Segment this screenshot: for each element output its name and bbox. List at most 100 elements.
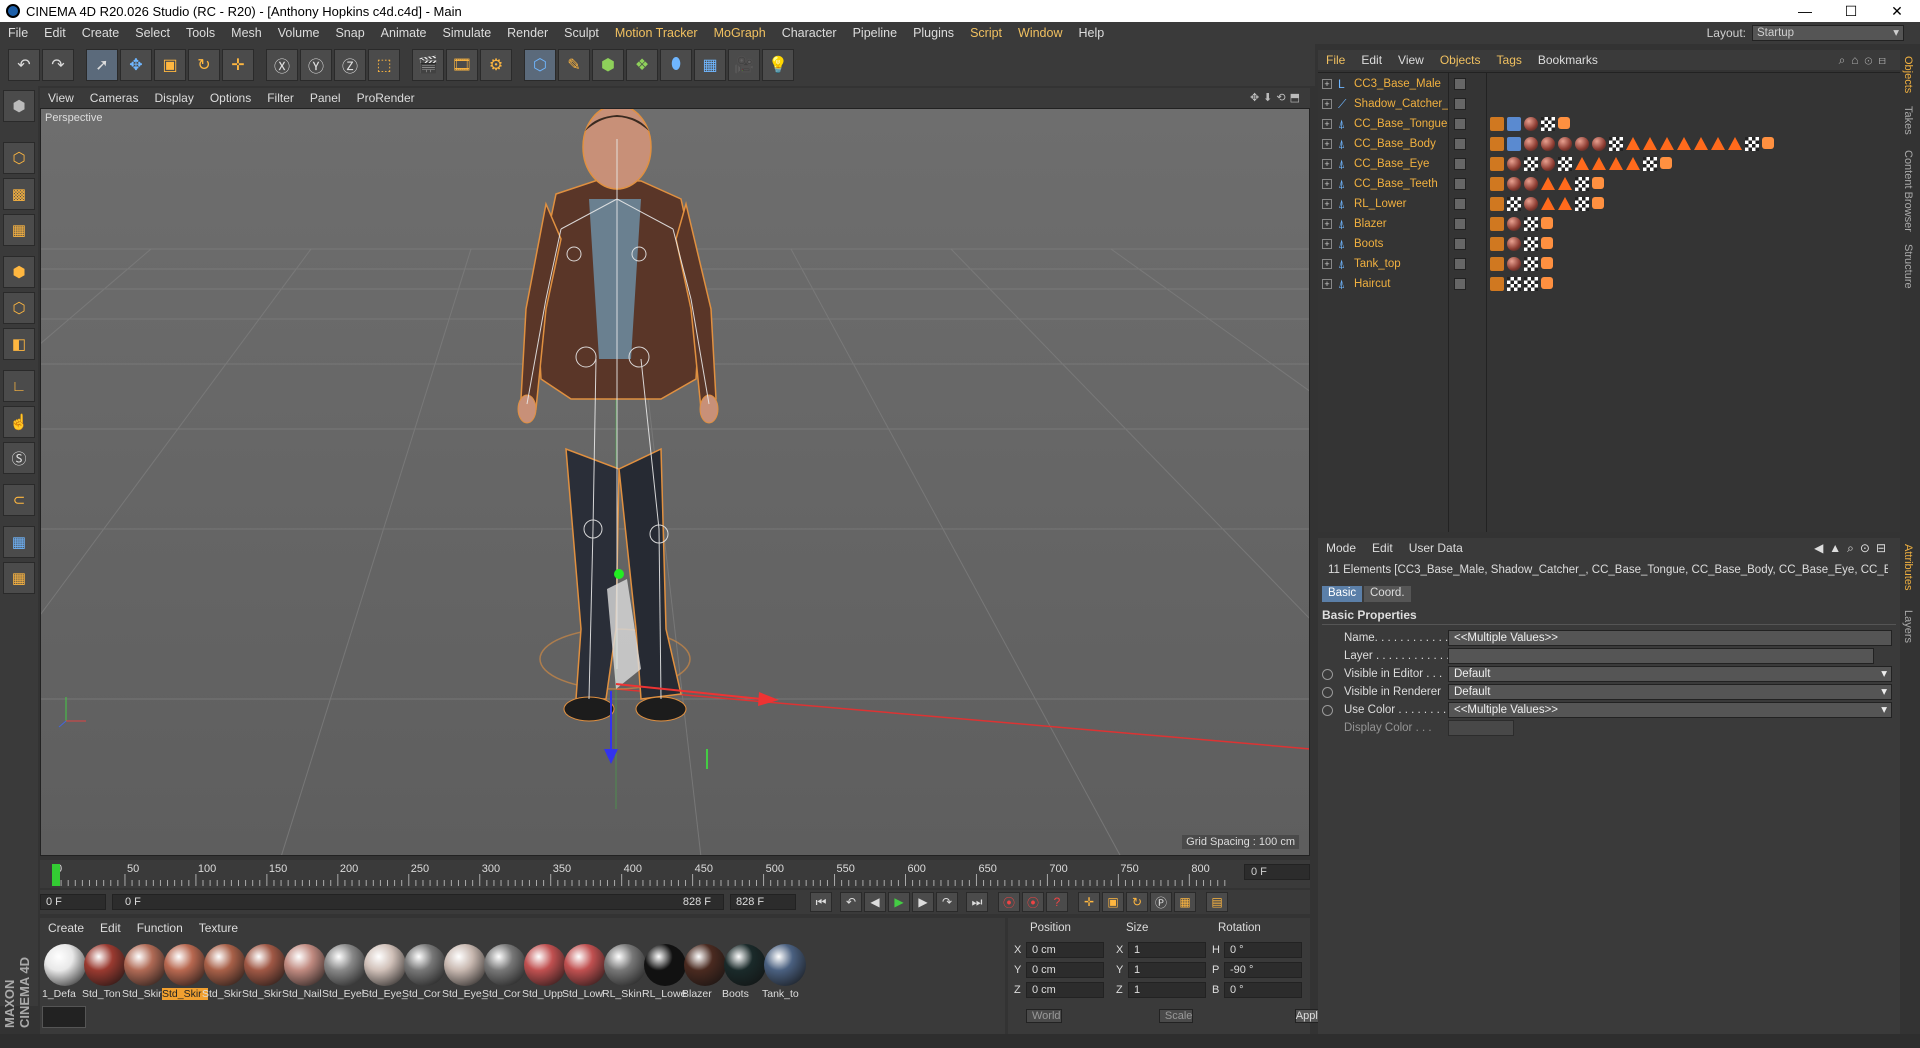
objects-menu-file[interactable]: File: [1318, 53, 1353, 67]
material-tag-icon[interactable]: [1524, 177, 1538, 191]
tab-basic[interactable]: Basic: [1322, 586, 1363, 602]
playhead-marker[interactable]: [52, 864, 60, 886]
phong-tag-icon[interactable]: [1694, 137, 1708, 150]
menu-select[interactable]: Select: [127, 26, 178, 40]
menu-help[interactable]: Help: [1070, 26, 1112, 40]
viewport-menu-prorender[interactable]: ProRender: [349, 91, 423, 105]
menu-script[interactable]: Script: [962, 26, 1010, 40]
object-row[interactable]: + ⍋ Boots: [1318, 235, 1900, 255]
skin-tag-icon[interactable]: [1507, 117, 1521, 131]
autokey-icon[interactable]: ⦿: [1022, 892, 1044, 912]
polygons-mode-icon[interactable]: ◧: [3, 328, 35, 360]
material-tag-icon[interactable]: [1524, 137, 1538, 151]
weight-tag-icon[interactable]: [1490, 257, 1504, 271]
visibility-toggle-icon[interactable]: [1454, 198, 1466, 210]
menu-pipeline[interactable]: Pipeline: [845, 26, 905, 40]
object-row[interactable]: + ⍋ CC_Base_Tongue: [1318, 115, 1900, 135]
expand-toggle-icon[interactable]: +: [1322, 179, 1332, 189]
menu-mesh[interactable]: Mesh: [223, 26, 270, 40]
phong-tag-icon[interactable]: [1558, 197, 1572, 210]
phong-tag-icon[interactable]: [1643, 137, 1657, 150]
object-name[interactable]: CC_Base_Tongue: [1354, 118, 1447, 130]
step-forward-icon[interactable]: ▶: [912, 892, 934, 912]
object-row[interactable]: + ⍋ CC_Base_Body: [1318, 135, 1900, 155]
animate-toggle-icon[interactable]: [1322, 687, 1333, 698]
phong-tag-icon[interactable]: [1609, 157, 1623, 170]
expand-toggle-icon[interactable]: +: [1322, 219, 1332, 229]
menu-render[interactable]: Render: [499, 26, 556, 40]
object-name[interactable]: CC_Base_Eye: [1354, 158, 1429, 170]
viewport-menu-options[interactable]: Options: [202, 91, 259, 105]
material-menu-create[interactable]: Create: [40, 921, 92, 935]
visible-renderer-dropdown[interactable]: Default: [1448, 684, 1892, 700]
y-axis-lock-icon[interactable]: Ⓨ: [300, 49, 332, 81]
goto-next-key-icon[interactable]: ↷: [936, 892, 958, 912]
material-tag-icon[interactable]: [1507, 177, 1521, 191]
position-y-field[interactable]: 0 cm: [1026, 962, 1104, 978]
visibility-toggle-icon[interactable]: [1454, 258, 1466, 270]
object-row[interactable]: + ⍋ CC_Base_Teeth: [1318, 175, 1900, 195]
texture-tag-icon[interactable]: [1575, 197, 1589, 211]
menu-sculpt[interactable]: Sculpt: [556, 26, 607, 40]
object-name[interactable]: Haircut: [1354, 278, 1390, 290]
array-generator-icon[interactable]: ❖: [626, 49, 658, 81]
transform-tool-icon[interactable]: ✛: [222, 49, 254, 81]
object-name[interactable]: CC_Base_Body: [1354, 138, 1436, 150]
render-picture-viewer-icon[interactable]: 🎞: [446, 49, 478, 81]
phong-tag-icon[interactable]: [1575, 157, 1589, 170]
selection-tag-icon[interactable]: [1660, 157, 1672, 169]
phong-tag-icon[interactable]: [1558, 177, 1572, 190]
skin-tag-icon[interactable]: [1507, 137, 1521, 151]
step-back-icon[interactable]: ◀: [864, 892, 886, 912]
object-row[interactable]: + ⍋ CC_Base_Eye: [1318, 155, 1900, 175]
menu-window[interactable]: Window: [1010, 26, 1070, 40]
material-tag-icon[interactable]: [1524, 117, 1538, 131]
phong-tag-icon[interactable]: [1677, 137, 1691, 150]
objects-search-icons[interactable]: ⌕⌂⊙⊟: [1839, 53, 1892, 68]
texture-tag-icon[interactable]: [1524, 277, 1538, 291]
object-name[interactable]: Tank_top: [1354, 258, 1401, 270]
phong-tag-icon[interactable]: [1660, 137, 1674, 150]
selection-tag-icon[interactable]: [1558, 117, 1570, 129]
menu-animate[interactable]: Animate: [373, 26, 435, 40]
pen-spline-icon[interactable]: ✎: [558, 49, 590, 81]
side-tab-content-browser[interactable]: Content Browser: [1902, 150, 1914, 232]
record-active-icon[interactable]: ⦿: [998, 892, 1020, 912]
texture-tag-icon[interactable]: [1524, 217, 1538, 231]
render-settings-icon[interactable]: ⚙: [480, 49, 512, 81]
coordinate-system-icon[interactable]: ⬚: [368, 49, 400, 81]
object-row[interactable]: + ⍋ Blazer: [1318, 215, 1900, 235]
selection-tag-icon[interactable]: [1592, 177, 1604, 189]
layout-dropdown[interactable]: Startup: [1752, 25, 1904, 41]
selection-tag-icon[interactable]: [1592, 197, 1604, 209]
hair-material-icon[interactable]: [42, 1006, 86, 1028]
expand-toggle-icon[interactable]: +: [1322, 119, 1332, 129]
phong-tag-icon[interactable]: [1592, 157, 1606, 170]
key-scale-icon[interactable]: ▣: [1102, 892, 1124, 912]
key-pla-icon[interactable]: ▦: [1174, 892, 1196, 912]
object-row[interactable]: + ⍋ Tank_top: [1318, 255, 1900, 275]
objects-menu-tags[interactable]: Tags: [1489, 53, 1530, 67]
play-icon[interactable]: ▶: [888, 892, 910, 912]
object-name[interactable]: CC3_Base_Male: [1354, 78, 1441, 90]
material-tag-icon[interactable]: [1558, 137, 1572, 151]
selection-tag-icon[interactable]: [1541, 257, 1553, 269]
texture-tag-icon[interactable]: [1541, 117, 1555, 131]
expand-toggle-icon[interactable]: +: [1322, 99, 1332, 109]
material-menu-texture[interactable]: Texture: [191, 921, 246, 935]
keyframe-selection-icon[interactable]: ?: [1046, 892, 1068, 912]
current-frame-field[interactable]: 0 F: [1244, 864, 1310, 880]
material-tag-icon[interactable]: [1507, 257, 1521, 271]
select-tool-icon[interactable]: ➚: [86, 49, 118, 81]
objects-menu-bookmarks[interactable]: Bookmarks: [1530, 53, 1606, 67]
rotation-h-field[interactable]: 0 °: [1224, 942, 1302, 958]
coordinate-space-dropdown[interactable]: World: [1026, 1009, 1062, 1023]
menu-motion-tracker[interactable]: Motion Tracker: [607, 26, 706, 40]
selection-tag-icon[interactable]: [1541, 237, 1553, 249]
cube-object-icon[interactable]: ⬡: [524, 49, 556, 81]
maximize-button[interactable]: ☐: [1828, 3, 1874, 20]
viewport-menu-display[interactable]: Display: [146, 91, 201, 105]
attr-menu-edit[interactable]: Edit: [1364, 541, 1401, 555]
expand-toggle-icon[interactable]: +: [1322, 239, 1332, 249]
key-rotation-icon[interactable]: ↻: [1126, 892, 1148, 912]
